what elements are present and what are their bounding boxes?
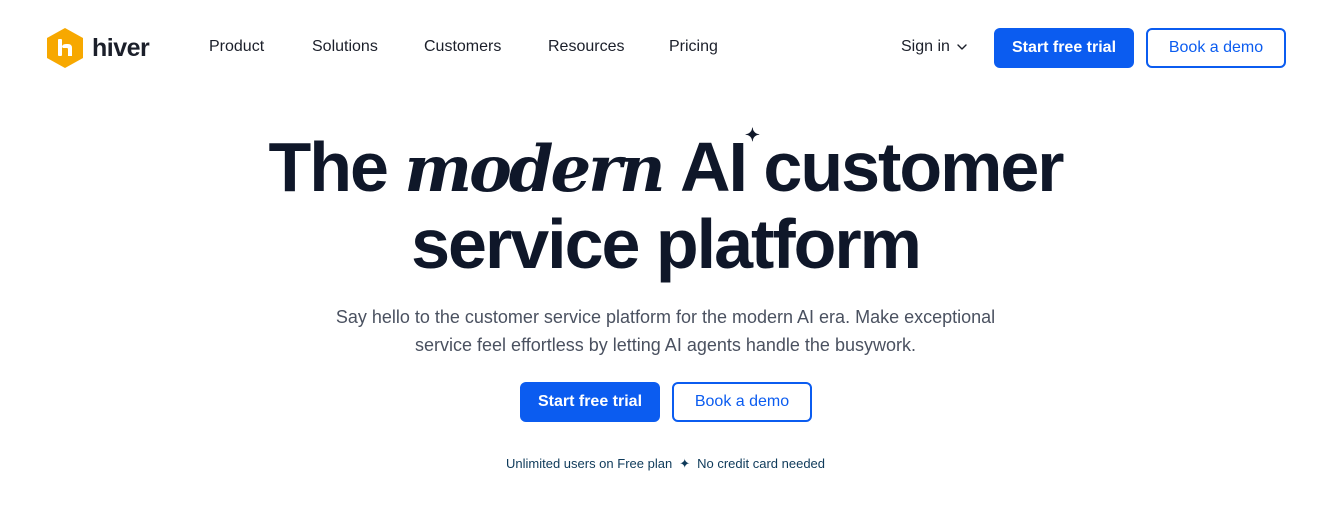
hero-subtitle-line-1: Say hello to the customer service platfo…	[335, 307, 996, 327]
nav-solutions[interactable]: Solutions	[312, 37, 378, 57]
nav-customers[interactable]: Customers	[424, 37, 501, 57]
hero-subtitle: Say hello to the customer service platfo…	[0, 303, 1331, 359]
page: hiver Product Solutions Customers Resour…	[0, 0, 1331, 524]
hiver-logo[interactable]: hiver	[45, 27, 150, 69]
title-emphasis-modern: modern	[404, 132, 665, 207]
footnote-unlimited-users: Unlimited users on Free plan	[505, 456, 673, 471]
logo-wordmark: hiver	[92, 33, 150, 62]
sparkle-icon: ✦	[744, 125, 760, 145]
hero-title: The modern AI ✦ customer service platform	[0, 126, 1331, 283]
hero-title-line-2: service platform	[411, 205, 922, 283]
nav-resources[interactable]: Resources	[548, 37, 624, 57]
title-word-the: The	[268, 128, 388, 206]
top-navigation: hiver Product Solutions Customers Resour…	[0, 0, 1331, 96]
nav-pricing[interactable]: Pricing	[669, 37, 718, 57]
hiver-logo-icon	[47, 28, 83, 68]
sparkle-separator-icon: ✦	[679, 456, 691, 471]
title-word-ai: AI	[679, 128, 748, 206]
nav-product[interactable]: Product	[209, 37, 264, 57]
hero-start-free-trial-button[interactable]: Start free trial	[520, 382, 660, 422]
chevron-down-icon	[957, 44, 967, 50]
title-ai: AI ✦	[679, 126, 760, 206]
hero-title-line-1: The modern AI ✦ customer	[0, 126, 1331, 207]
nav-book-demo-button[interactable]: Book a demo	[1146, 28, 1286, 68]
sign-in-dropdown[interactable]: Sign in	[901, 37, 968, 57]
title-word-customer: customer	[763, 128, 1064, 206]
footnote-no-credit-card: No credit card needed	[697, 456, 826, 471]
hero-book-demo-button[interactable]: Book a demo	[672, 382, 812, 422]
nav-start-free-trial-button[interactable]: Start free trial	[994, 28, 1134, 68]
hero-footnote: Unlimited users on Free plan ✦ No credit c…	[0, 456, 1331, 472]
sign-in-label: Sign in	[901, 38, 950, 55]
hero-subtitle-line-2: service feel effortless by letting AI ag…	[415, 335, 916, 355]
